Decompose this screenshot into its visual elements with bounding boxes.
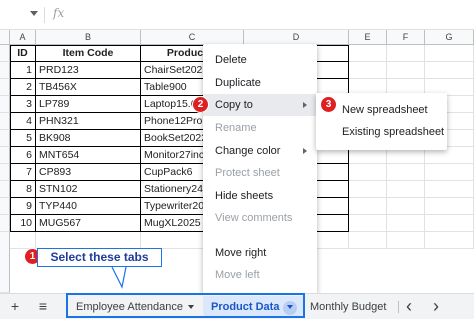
scroll-tabs-right-icon[interactable]: › bbox=[422, 294, 450, 319]
table-cell-code[interactable]: STN102 bbox=[36, 181, 141, 198]
menu-item-rename: Rename bbox=[215, 122, 257, 134]
menu-item-copy-to[interactable]: Copy to bbox=[203, 94, 317, 116]
tab-label: Employee Attendance bbox=[76, 301, 184, 313]
column-header-g[interactable]: G bbox=[425, 30, 474, 45]
column-header-c[interactable]: C bbox=[141, 30, 244, 45]
table-cell-code[interactable]: CP893 bbox=[36, 164, 141, 181]
row-header[interactable] bbox=[0, 130, 10, 147]
table-header-id[interactable]: ID bbox=[10, 45, 36, 62]
row-header[interactable] bbox=[0, 62, 10, 79]
table-cell-code[interactable]: TYP440 bbox=[36, 198, 141, 215]
menu-item-move-left: Move left bbox=[215, 269, 260, 281]
table-cell-id[interactable]: 4 bbox=[10, 113, 36, 130]
row-header[interactable] bbox=[0, 79, 10, 96]
row-header[interactable] bbox=[0, 198, 10, 215]
callout-select-tabs: Select these tabs bbox=[37, 248, 162, 267]
tab-label: Product Data bbox=[211, 301, 280, 313]
table-header-item-code[interactable]: Item Code bbox=[36, 45, 141, 62]
row-header[interactable] bbox=[0, 232, 10, 293]
sheet-context-menu: Delete Duplicate Copy to Rename Change c… bbox=[203, 44, 317, 294]
fx-icon: fx bbox=[53, 6, 65, 20]
table-cell-code[interactable]: PHN321 bbox=[36, 113, 141, 130]
column-header-e[interactable]: E bbox=[349, 30, 387, 45]
submenu-arrow-icon bbox=[303, 102, 307, 108]
menu-item-duplicate[interactable]: Duplicate bbox=[203, 72, 317, 94]
table-cell-code[interactable]: TB456X bbox=[36, 79, 141, 96]
column-header-b[interactable]: B bbox=[36, 30, 141, 45]
table-cell-id[interactable]: 5 bbox=[10, 130, 36, 147]
submenu-arrow-icon bbox=[303, 148, 307, 154]
row-header[interactable] bbox=[0, 45, 10, 62]
menu-item-delete[interactable]: Delete bbox=[203, 49, 317, 71]
callout-pointer-icon bbox=[111, 267, 127, 289]
tab-employee-attendance[interactable]: Employee Attendance bbox=[68, 296, 202, 318]
formula-bar: fx bbox=[0, 0, 474, 30]
tab-monthly-budget[interactable]: Monthly Budget bbox=[305, 296, 397, 318]
menu-item-protect-sheet: Protect sheet bbox=[215, 167, 280, 179]
table-cell-code[interactable]: PRD123 bbox=[36, 62, 141, 79]
menu-item-copy-to-label: Copy to bbox=[215, 99, 253, 111]
table-cell-id[interactable]: 3 bbox=[10, 96, 36, 113]
table-cell-id[interactable]: 2 bbox=[10, 79, 36, 96]
column-header-f[interactable]: F bbox=[387, 30, 425, 45]
menu-item-existing-spreadsheet[interactable]: Existing spreadsheet bbox=[316, 121, 447, 143]
table-cell-code[interactable]: MUG567 bbox=[36, 215, 141, 232]
sheet-tab-bar: + ≡ Employee Attendance Product Data Mon… bbox=[0, 293, 474, 319]
table-cell-code[interactable]: LP789 bbox=[36, 96, 141, 113]
row-header[interactable] bbox=[0, 164, 10, 181]
scroll-tabs-left-icon[interactable]: ‹ bbox=[395, 294, 423, 319]
chevron-down-icon[interactable] bbox=[188, 305, 194, 309]
row-header[interactable] bbox=[0, 147, 10, 164]
add-sheet-button[interactable]: + bbox=[1, 294, 29, 319]
table-cell-code[interactable]: BK908 bbox=[36, 130, 141, 147]
select-all-corner[interactable] bbox=[0, 30, 10, 45]
formula-bar-divider bbox=[44, 7, 45, 23]
table-cell-code[interactable]: MNT654 bbox=[36, 147, 141, 164]
column-header-a[interactable]: A bbox=[10, 30, 36, 45]
table-cell-id[interactable]: 8 bbox=[10, 181, 36, 198]
chevron-down-icon[interactable] bbox=[286, 305, 293, 309]
row-header[interactable] bbox=[0, 113, 10, 130]
table-cell-id[interactable]: 10 bbox=[10, 215, 36, 232]
row-header[interactable] bbox=[0, 181, 10, 198]
menu-item-change-color[interactable]: Change color bbox=[203, 140, 317, 162]
menu-item-move-right[interactable]: Move right bbox=[203, 242, 317, 264]
column-header-d[interactable]: D bbox=[244, 30, 349, 45]
table-cell-id[interactable]: 1 bbox=[10, 62, 36, 79]
menu-item-view-comments: View comments bbox=[215, 212, 293, 224]
row-header[interactable] bbox=[0, 96, 10, 113]
step-badge-3: 3 bbox=[320, 96, 337, 113]
row-header[interactable] bbox=[0, 215, 10, 232]
table-cell-id[interactable]: 7 bbox=[10, 164, 36, 181]
step-badge-2: 2 bbox=[192, 96, 209, 113]
tab-product-data[interactable]: Product Data bbox=[203, 296, 303, 318]
table-cell-id[interactable]: 9 bbox=[10, 198, 36, 215]
name-box-dropdown-icon[interactable] bbox=[30, 11, 38, 16]
table-cell-id[interactable]: 6 bbox=[10, 147, 36, 164]
menu-item-hide-sheets[interactable]: Hide sheets bbox=[203, 185, 317, 207]
menu-item-change-color-label: Change color bbox=[215, 145, 281, 157]
all-sheets-menu-icon[interactable]: ≡ bbox=[29, 294, 57, 319]
